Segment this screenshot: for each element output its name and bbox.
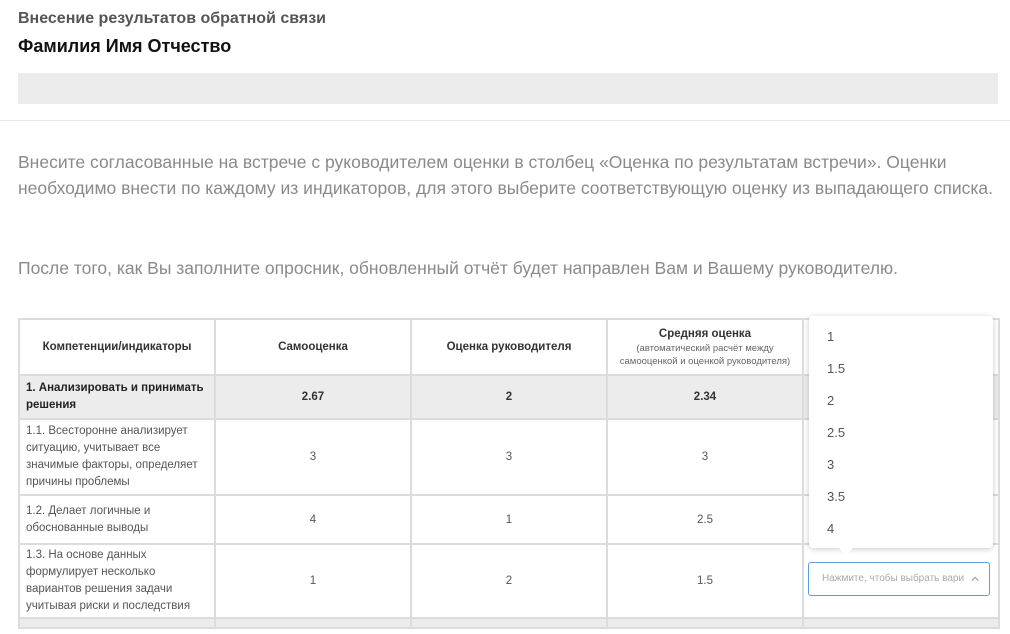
- row-label: 1.2. Делает логичные и обоснованные выво…: [18, 494, 216, 545]
- row-cell: [18, 617, 216, 629]
- dropdown-pointer: [839, 548, 853, 555]
- rating-dropdown-menu: 1 1.5 2 2.5 3 3.5 4: [809, 316, 993, 555]
- row-cell: [410, 617, 608, 629]
- row-manager: 3: [410, 418, 608, 496]
- row-avg: 2.5: [606, 494, 804, 545]
- header-divider: [0, 120, 1010, 121]
- row-cell: [606, 617, 804, 629]
- row-label: 1. Анализировать и принимать решения: [18, 374, 216, 420]
- instruction-paragraph-2: После того, как Вы заполните опросник, о…: [18, 258, 898, 278]
- row-avg: 3: [606, 418, 804, 496]
- dropdown-option[interactable]: 3.5: [827, 489, 845, 504]
- dropdown-option[interactable]: 4: [827, 521, 834, 536]
- row-self: 4: [214, 494, 412, 545]
- row-self: 1: [214, 543, 412, 619]
- row-label: 1.1. Всесторонне анализирует ситуацию, у…: [18, 418, 216, 496]
- header-competency: Компетенции/индикаторы: [18, 318, 216, 376]
- row-manager: 1: [410, 494, 608, 545]
- row-cell: [214, 617, 412, 629]
- page-subtitle: Внесение результатов обратной связи: [18, 10, 326, 27]
- row-manager: 2: [410, 374, 608, 420]
- table-row-next: [18, 617, 1000, 629]
- row-avg: 1.5: [606, 543, 804, 619]
- dropdown-option[interactable]: 2.5: [827, 425, 845, 440]
- header-self-rating: Самооценка: [214, 318, 412, 376]
- instruction-paragraph-1: Внесите согласованные на встрече с руков…: [18, 152, 993, 198]
- row-cell: [802, 617, 1000, 629]
- meeting-rating-select[interactable]: Нажмите, чтобы выбрать вари: [808, 562, 990, 596]
- row-manager: 2: [410, 543, 608, 619]
- row-label: 1.3. На основе данных формулирует нескол…: [18, 543, 216, 619]
- select-placeholder: Нажмите, чтобы выбрать вари: [822, 573, 965, 584]
- header-manager-rating: Оценка руководителя: [410, 318, 608, 376]
- row-self: 2.67: [214, 374, 412, 420]
- employee-name: Фамилия Имя Отчество: [18, 36, 232, 56]
- dropdown-option[interactable]: 3: [827, 457, 834, 472]
- header-average-rating: Средняя оценка (автоматический расчёт ме…: [606, 318, 804, 376]
- row-avg: 2.34: [606, 374, 804, 420]
- dropdown-option[interactable]: 2: [827, 393, 834, 408]
- header-average-note: (автоматический расчёт между самооценкой…: [619, 342, 791, 367]
- dropdown-option[interactable]: 1.5: [827, 361, 845, 376]
- row-self: 3: [214, 418, 412, 496]
- dropdown-option[interactable]: 1: [827, 329, 834, 344]
- chevron-up-icon: [971, 576, 979, 581]
- header-grey-bar: [18, 73, 998, 104]
